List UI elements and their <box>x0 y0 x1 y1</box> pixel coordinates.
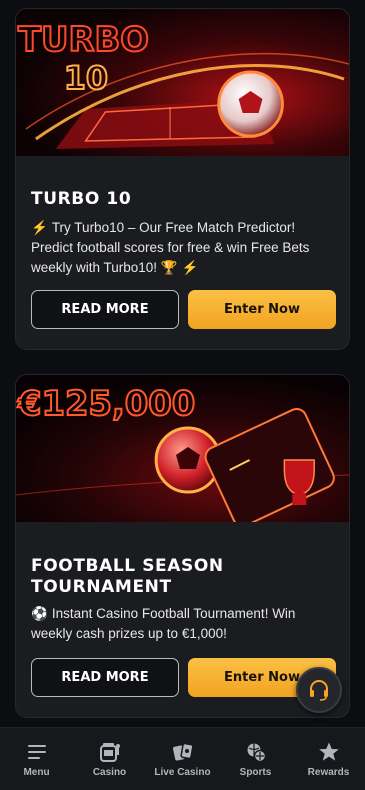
promo-card-turbo10: TURBO 10 TURBO 10 ⚡ Try Turbo10 – Our Fre… <box>15 8 350 350</box>
menu-icon <box>27 745 46 759</box>
playing-cards-icon <box>172 742 194 761</box>
slot-machine-icon <box>99 743 120 762</box>
promo-description: ⚽ Instant Casino Football Tournament! Win… <box>31 606 296 641</box>
football-icon: ⚽ <box>31 606 48 621</box>
promo-banner-turbo10: TURBO 10 <box>16 9 349 156</box>
lightning-icon: ⚡ <box>181 260 199 275</box>
svg-text:10: 10 <box>64 59 108 97</box>
enter-now-button[interactable]: Enter Now <box>188 290 336 329</box>
nav-item-rewards[interactable]: Rewards <box>292 728 365 790</box>
promo-title: TURBO 10 <box>31 189 132 209</box>
promo-card-football-tournament: €125,000 FOOTBALL SEASON TOURNAMENT ⚽ Ins… <box>15 374 350 718</box>
read-more-button[interactable]: READ MORE <box>31 290 179 329</box>
sports-balls-icon <box>247 743 266 763</box>
nav-item-sports[interactable]: Sports <box>219 728 292 790</box>
promo-description: ⚡ Try Turbo10 – Our Free Match Predictor!… <box>31 218 336 278</box>
support-chat-button[interactable] <box>296 667 342 713</box>
lightning-icon: ⚡ <box>31 220 48 235</box>
nav-item-menu[interactable]: Menu <box>0 728 73 790</box>
trophy-icon: 🏆 <box>160 260 178 275</box>
read-more-button[interactable]: READ MORE <box>31 658 179 697</box>
promo-title: FOOTBALL SEASON TOURNAMENT <box>31 556 224 597</box>
star-icon <box>318 742 339 761</box>
promo-banner-football-tournament: €125,000 <box>16 375 349 522</box>
headset-icon <box>310 680 328 701</box>
svg-text:€125,000: €125,000 <box>17 384 195 423</box>
nav-item-casino[interactable]: Casino <box>73 728 146 790</box>
nav-item-live-casino[interactable]: Live Casino <box>146 728 219 790</box>
bottom-navigation: Menu Casino Live Casino Sports Rewards <box>0 727 365 790</box>
svg-text:TURBO: TURBO <box>18 20 149 59</box>
promotions-page: TURBO 10 TURBO 10 ⚡ Try Turbo10 – Our Fre… <box>0 0 365 790</box>
